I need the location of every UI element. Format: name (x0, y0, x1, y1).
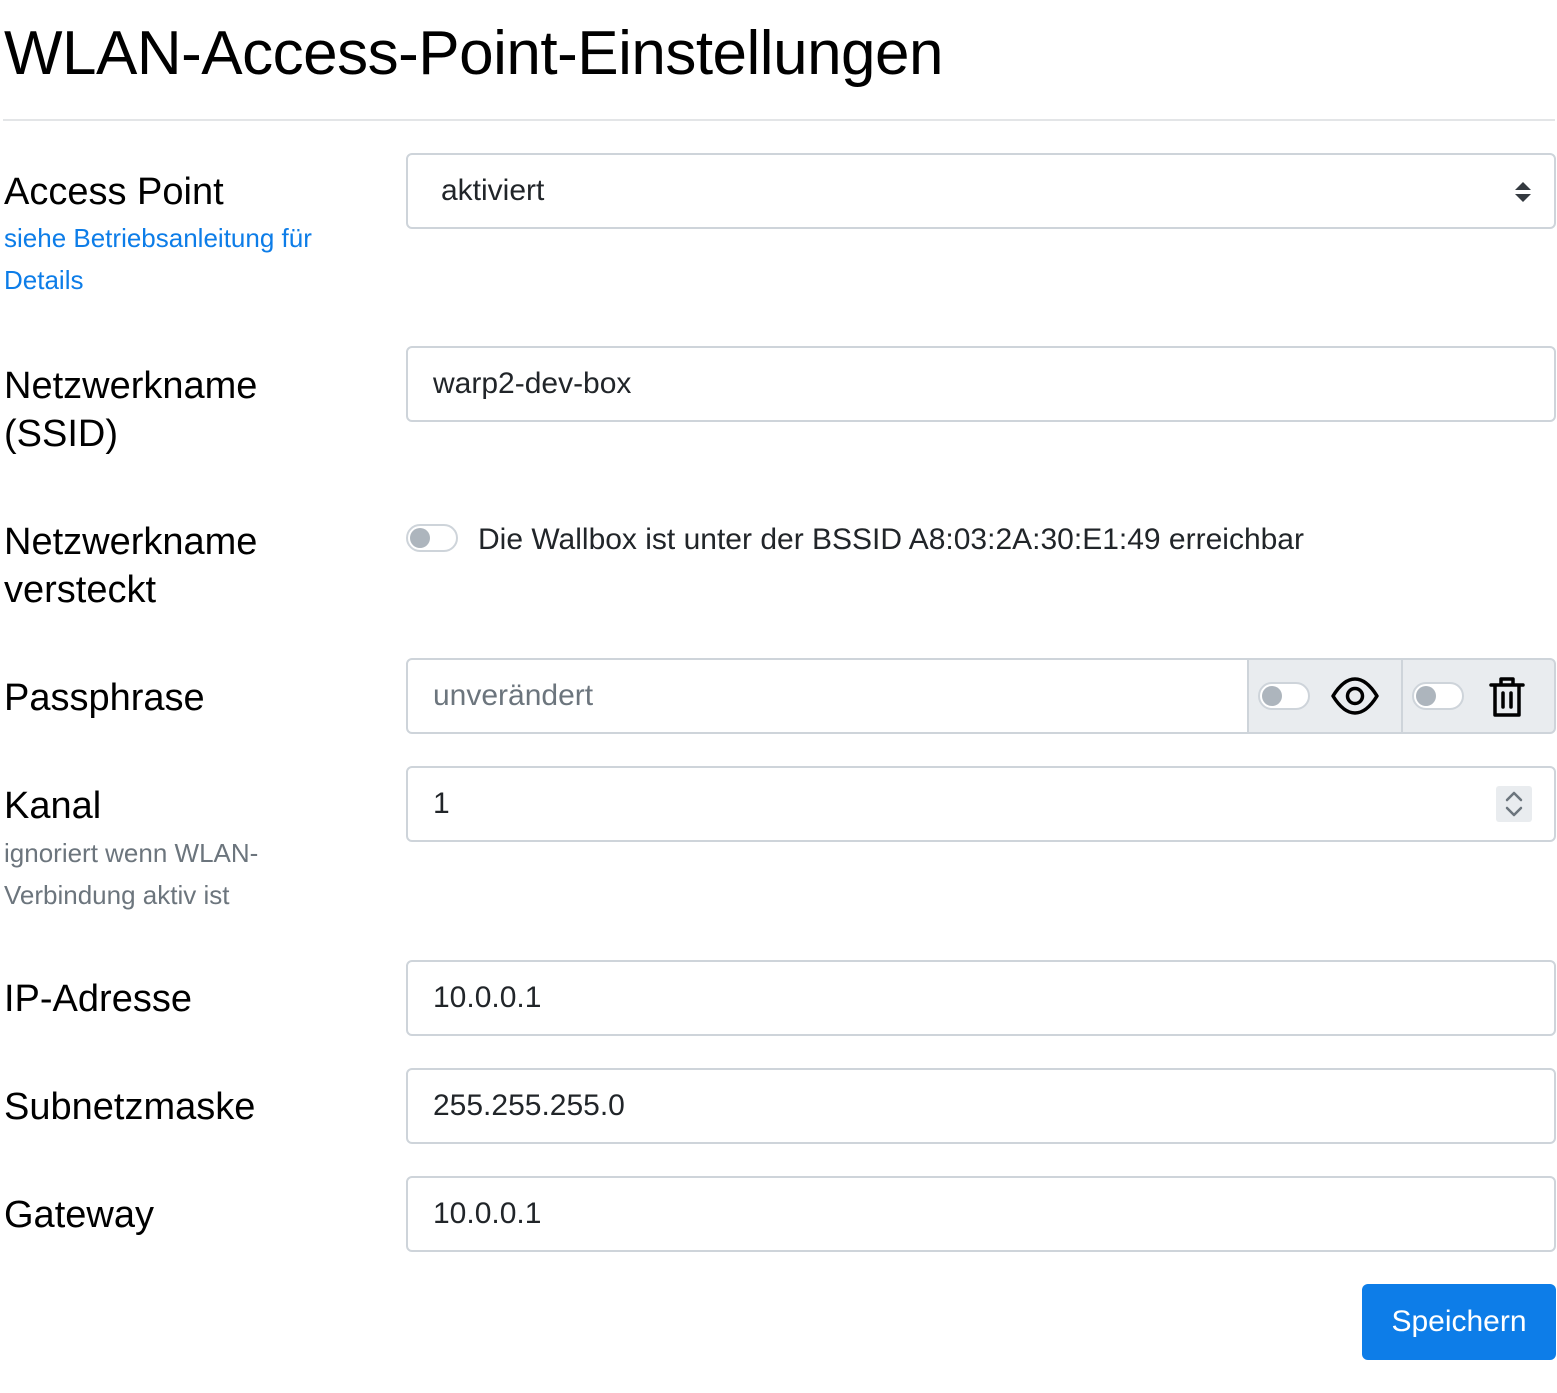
channel-help-line2: Verbindung aktiv ist (4, 880, 230, 910)
save-button[interactable]: Speichern (1362, 1284, 1556, 1360)
gateway-input[interactable]: 10.0.0.1 (406, 1176, 1556, 1252)
access-point-select[interactable]: aktiviert (406, 153, 1556, 229)
ip-input[interactable]: 10.0.0.1 (406, 960, 1556, 1036)
toggle-knob (1416, 686, 1436, 706)
ssid-label-line1: Netzwerkname (4, 365, 258, 407)
toggle-knob (410, 528, 430, 548)
subnet-input-value: 255.255.255.0 (433, 1089, 625, 1122)
access-point-label: Access Point (4, 171, 224, 213)
toggle-knob (1262, 686, 1282, 706)
ssid-label-line2: (SSID) (4, 413, 118, 455)
gateway-label: Gateway (4, 1194, 154, 1236)
channel-help-line1: ignoriert wenn WLAN- (4, 838, 259, 868)
gateway-input-value: 10.0.0.1 (433, 1197, 542, 1230)
manual-link[interactable]: siehe Betriebsanleitung für (4, 217, 312, 259)
channel-input[interactable]: 1 (406, 766, 1556, 842)
show-passphrase-addon (1247, 658, 1403, 734)
manual-link-details[interactable]: Details (4, 259, 83, 301)
channel-label: Kanal (4, 785, 102, 827)
select-chevrons-icon (1515, 182, 1531, 202)
title-divider (3, 119, 1555, 121)
ip-input-value: 10.0.0.1 (433, 981, 542, 1014)
passphrase-input[interactable]: unverändert (406, 658, 1249, 734)
hide-ssid-label-line1: Netzwerkname (4, 521, 258, 563)
passphrase-input-group: unverändert (406, 658, 1556, 734)
number-spinner-icon[interactable] (1496, 786, 1532, 822)
clear-passphrase-addon (1401, 658, 1556, 734)
subnet-label: Subnetzmaske (4, 1086, 256, 1128)
passphrase-label: Passphrase (4, 677, 205, 719)
ssid-input-value: warp2-dev-box (433, 367, 632, 400)
show-passphrase-toggle[interactable] (1258, 682, 1310, 710)
page-title: WLAN-Access-Point-Einstellungen (4, 19, 944, 88)
eye-icon[interactable] (1331, 676, 1379, 716)
hide-ssid-label-line2: versteckt (4, 569, 157, 611)
ssid-input[interactable]: warp2-dev-box (406, 346, 1556, 422)
access-point-select-value: aktiviert (441, 174, 545, 207)
passphrase-placeholder: unverändert (433, 679, 594, 712)
clear-passphrase-toggle[interactable] (1412, 682, 1464, 710)
channel-input-value: 1 (433, 787, 450, 820)
trash-icon[interactable] (1489, 676, 1525, 718)
bssid-description: Die Wallbox ist unter der BSSID A8:03:2A… (478, 523, 1304, 556)
subnet-input[interactable]: 255.255.255.0 (406, 1068, 1556, 1144)
hide-ssid-toggle[interactable] (406, 524, 458, 552)
ip-label: IP-Adresse (4, 978, 192, 1020)
